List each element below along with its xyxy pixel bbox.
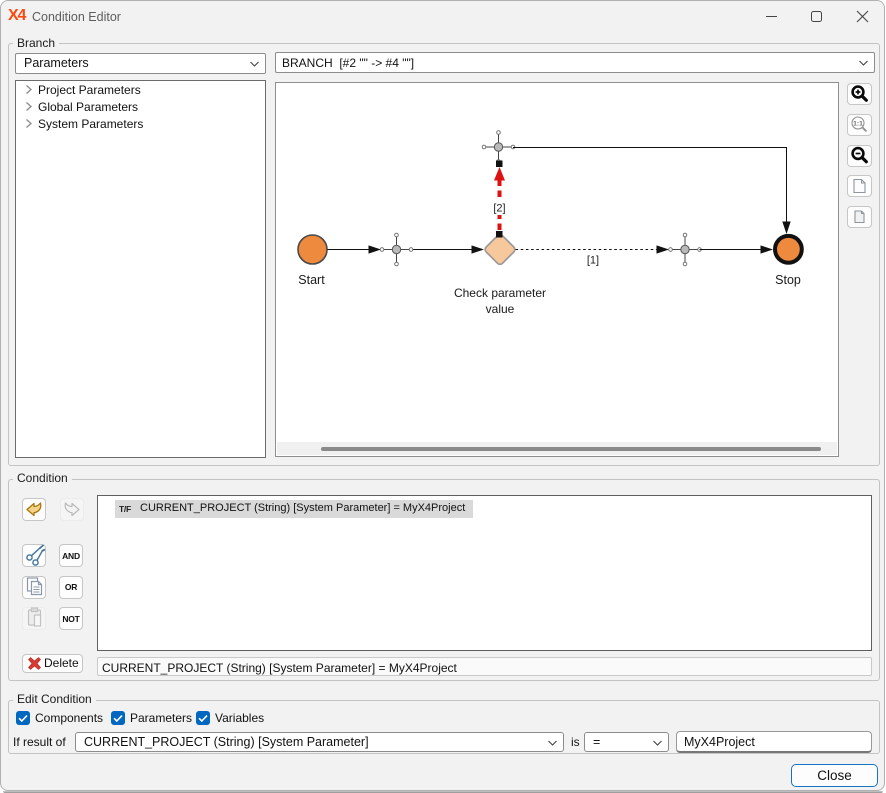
svg-text:[1]: [1]	[587, 255, 599, 267]
svg-text:[2]: [2]	[493, 203, 505, 215]
svg-text:Stop: Stop	[775, 273, 801, 287]
svg-text:value: value	[486, 302, 515, 316]
svg-text:Start: Start	[298, 273, 325, 287]
svg-text:1:1: 1:1	[853, 121, 863, 128]
svg-text:Check parameter: Check parameter	[454, 286, 546, 300]
